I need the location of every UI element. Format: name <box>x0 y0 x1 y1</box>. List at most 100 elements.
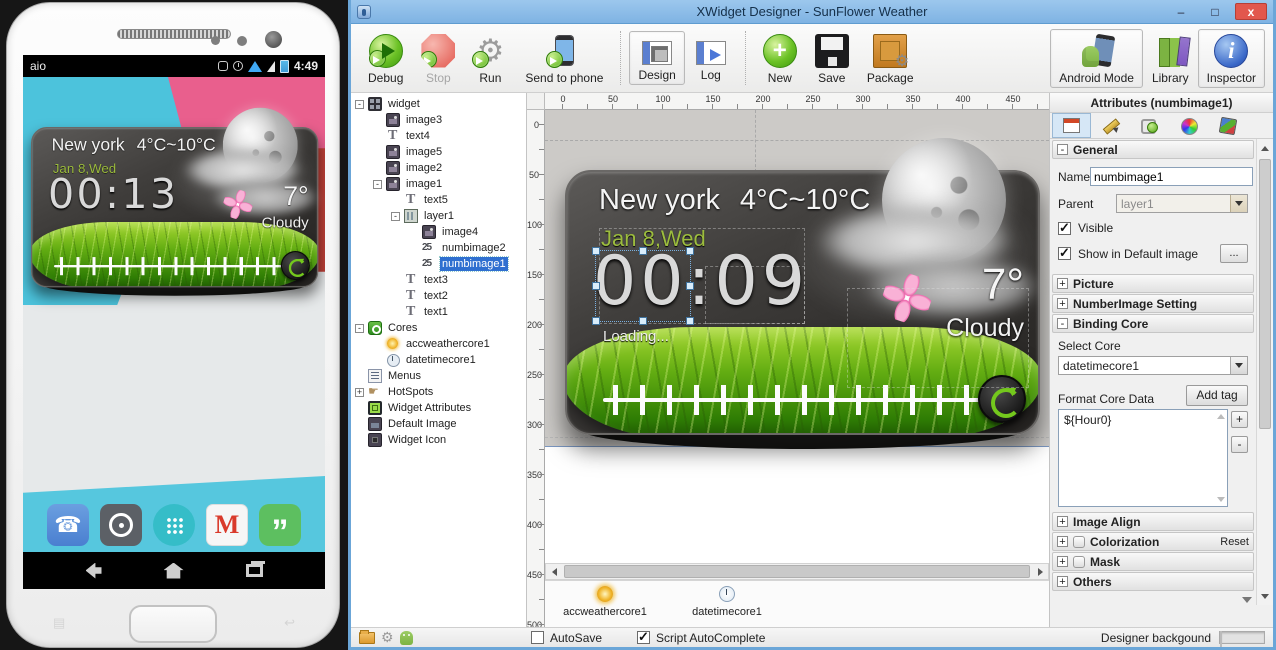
tree-item[interactable]: image4 <box>351 224 526 240</box>
expand-icon[interactable] <box>1057 576 1068 587</box>
section-header-image-align[interactable]: Image Align <box>1052 512 1254 531</box>
tree-expander[interactable] <box>355 388 364 397</box>
toolbar-button[interactable]: Log <box>685 31 737 85</box>
panel-overflow-chevron-icon[interactable] <box>1242 597 1252 603</box>
resize-handle[interactable] <box>686 282 694 290</box>
tree-item[interactable]: text1 <box>351 304 526 320</box>
script-autocomplete-checkbox[interactable] <box>637 631 650 644</box>
scroll-up-icon[interactable] <box>1217 414 1225 419</box>
scroll-down-icon[interactable] <box>1217 497 1225 502</box>
toolbar-button[interactable]: New <box>754 29 806 88</box>
section-header-numberimage[interactable]: NumberImage Setting <box>1052 294 1254 313</box>
visible-checkbox[interactable] <box>1058 222 1071 235</box>
expand-icon[interactable] <box>1057 556 1068 567</box>
tree-item[interactable]: numbimage1 <box>351 256 526 272</box>
tree-expander[interactable] <box>355 324 364 333</box>
tree-item[interactable]: widget <box>351 96 526 112</box>
attributes-tab[interactable] <box>1052 113 1091 138</box>
toolbar-button[interactable]: Debug <box>359 29 412 88</box>
resize-handle[interactable] <box>639 247 647 255</box>
resize-handle[interactable] <box>592 317 600 325</box>
tree-expander[interactable] <box>391 212 400 221</box>
tree-item[interactable]: Widget Attributes <box>351 400 526 416</box>
tree-item[interactable]: Menus <box>351 368 526 384</box>
resize-handle[interactable] <box>686 317 694 325</box>
attributes-tab[interactable] <box>1208 113 1247 138</box>
tree-item[interactable]: numbimage2 <box>351 240 526 256</box>
core-item[interactable]: datetimecore1 <box>673 585 781 618</box>
tree-item[interactable]: image3 <box>351 112 526 128</box>
scroll-down-arrow[interactable] <box>1259 589 1271 603</box>
add-tag-button[interactable]: Add tag <box>1186 385 1248 406</box>
tree-expander[interactable] <box>373 180 382 189</box>
section-header-general[interactable]: General <box>1052 140 1254 159</box>
tree-item[interactable]: text5 <box>351 192 526 208</box>
toolbar-button[interactable]: Package <box>858 29 923 88</box>
tree-item[interactable]: layer1 <box>351 208 526 224</box>
section-header-picture[interactable]: Picture <box>1052 274 1254 293</box>
toolbar-button[interactable]: Design <box>629 31 684 85</box>
show-default-checkbox[interactable] <box>1058 247 1071 260</box>
toolbar-button[interactable]: Android Mode <box>1050 29 1143 88</box>
scrollbar-thumb[interactable] <box>564 565 1030 578</box>
toolbar-button[interactable]: Stop <box>412 29 464 88</box>
tree-item[interactable]: HotSpots <box>351 384 526 400</box>
toolbar-button[interactable]: Run <box>464 29 516 88</box>
core-item[interactable]: accweathercore1 <box>551 585 659 618</box>
toolbar-button[interactable]: Send to phone <box>516 29 612 88</box>
scroll-right-arrow[interactable] <box>1032 564 1048 579</box>
close-button[interactable]: x <box>1235 3 1267 20</box>
format-core-data-input[interactable]: ${Hour0} <box>1058 409 1228 507</box>
minimize-button[interactable]: – <box>1167 3 1195 20</box>
autosave-checkbox[interactable] <box>531 631 544 644</box>
reset-button[interactable]: Reset <box>1220 536 1249 548</box>
expand-icon[interactable] <box>1057 516 1068 527</box>
collapse-icon[interactable] <box>1057 144 1068 155</box>
maximize-button[interactable]: □ <box>1201 3 1229 20</box>
horizontal-scrollbar[interactable] <box>545 563 1049 580</box>
widget-city[interactable]: New york4°C~10°C <box>599 184 870 217</box>
tree-item[interactable]: text3 <box>351 272 526 288</box>
scrollbar-thumb[interactable] <box>1259 159 1271 429</box>
resize-handle[interactable] <box>639 317 647 325</box>
tree-item[interactable]: Default Image <box>351 416 526 432</box>
tree-item[interactable]: Cores <box>351 320 526 336</box>
toolbar-button[interactable]: Save <box>806 29 858 88</box>
section-header-mask[interactable]: Mask <box>1052 552 1254 571</box>
attributes-tab[interactable] <box>1091 113 1130 138</box>
folder-icon[interactable] <box>359 632 375 644</box>
tree-item[interactable]: image2 <box>351 160 526 176</box>
designer-background-picker[interactable] <box>1219 631 1265 644</box>
attributes-tab[interactable] <box>1169 113 1208 138</box>
canvas-weather-widget[interactable]: New york4°C~10°C Jan 8,Wed 00:09 Loading… <box>565 170 1040 435</box>
resize-handle[interactable] <box>686 247 694 255</box>
tree-item[interactable]: text4 <box>351 128 526 144</box>
expand-icon[interactable] <box>1057 278 1068 289</box>
tree-item[interactable]: accweathercore1 <box>351 336 526 352</box>
name-input[interactable] <box>1090 167 1253 186</box>
section-header-binding-core[interactable]: Binding Core <box>1052 314 1254 333</box>
tree-item[interactable]: Widget Icon <box>351 432 526 448</box>
toolbar-button[interactable]: Inspector <box>1198 29 1265 88</box>
expand-icon[interactable] <box>1057 536 1068 547</box>
scroll-left-arrow[interactable] <box>546 564 562 579</box>
add-line-button[interactable]: + <box>1231 411 1248 428</box>
expand-icon[interactable] <box>1057 298 1068 309</box>
design-surface[interactable]: New york4°C~10°C Jan 8,Wed 00:09 Loading… <box>545 110 1049 563</box>
gears-icon[interactable]: ⚙ <box>381 629 394 646</box>
attributes-scrollbar[interactable] <box>1256 139 1273 605</box>
collapse-icon[interactable] <box>1057 318 1068 329</box>
resize-handle[interactable] <box>592 282 600 290</box>
tree-item[interactable]: image5 <box>351 144 526 160</box>
select-core-dropdown[interactable]: datetimecore1 <box>1058 356 1248 375</box>
section-header-colorization[interactable]: Colorization Reset <box>1052 532 1254 551</box>
tree-item[interactable]: datetimecore1 <box>351 352 526 368</box>
resize-handle[interactable] <box>592 247 600 255</box>
remove-line-button[interactable]: - <box>1231 436 1248 453</box>
tree-item[interactable]: image1 <box>351 176 526 192</box>
attributes-tab[interactable] <box>1130 113 1169 138</box>
more-button[interactable]: ... <box>1220 244 1248 263</box>
selection-box[interactable] <box>595 250 691 322</box>
tree-expander[interactable] <box>355 100 364 109</box>
toolbar-button[interactable]: Library <box>1143 29 1198 88</box>
